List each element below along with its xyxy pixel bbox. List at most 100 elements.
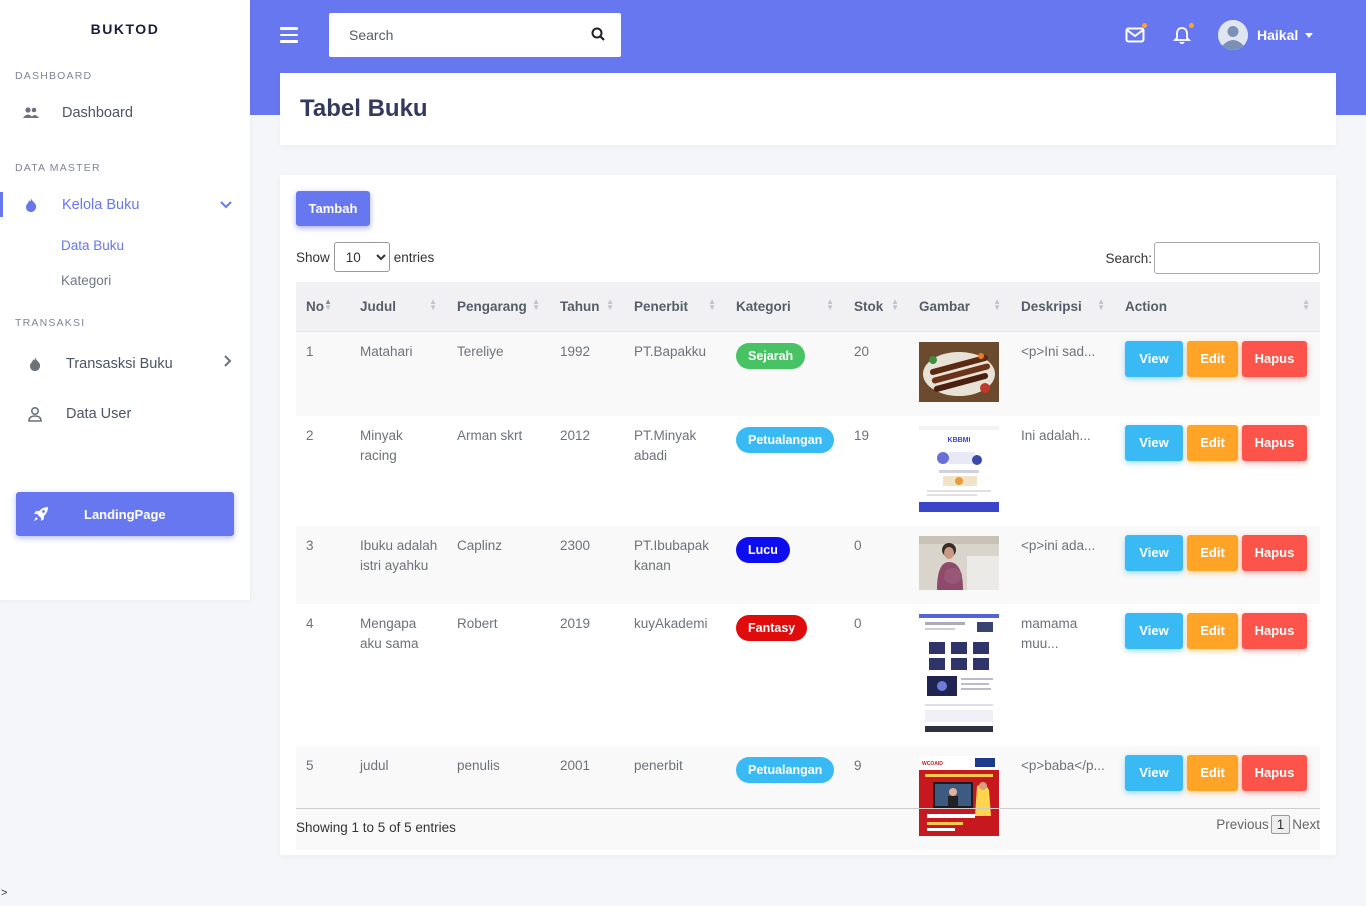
cell-deskripsi: <p>Ini sad...	[1011, 331, 1115, 416]
edit-button[interactable]: Edit	[1187, 340, 1238, 377]
cell-kategori: Fantasy	[726, 604, 844, 746]
cell-deskripsi: Ini adalah...	[1021, 427, 1091, 443]
delete-button[interactable]: Hapus	[1242, 612, 1307, 649]
caret-down-icon	[1305, 32, 1314, 38]
next-page-link[interactable]: Next	[1292, 817, 1320, 832]
cell-tahun: 2300	[550, 525, 624, 604]
cell-kategori: Petualangan	[726, 745, 844, 850]
cell-pengarang: Arman skrt	[457, 427, 523, 443]
notification-dot	[1189, 23, 1194, 28]
column-header-label: Deskripsi	[1021, 298, 1082, 314]
add-book-button[interactable]: Tambah	[296, 191, 370, 226]
cell-kategori: Petualangan	[726, 416, 844, 526]
column-header[interactable]: Deskripsi ▲ ▼	[1011, 282, 1115, 332]
row-actions: View Edit Hapus	[1125, 340, 1312, 377]
entries-select[interactable]: 10	[333, 242, 390, 272]
column-header-label: Judul	[360, 298, 396, 314]
column-header[interactable]: Penerbit ▲ ▼	[624, 282, 726, 332]
table-search-input[interactable]	[1154, 242, 1320, 274]
cell-action: View Edit Hapus	[1115, 331, 1320, 416]
sidebar-item-transaksi-buku[interactable]: Transasksi Buku	[0, 339, 250, 389]
rocket-icon	[32, 505, 50, 523]
sort-icon: ▲ ▼	[324, 297, 332, 312]
cell-deskripsi: <p>ini ada...	[1011, 525, 1115, 604]
category-badge: Lucu	[736, 536, 790, 563]
cell-stok: 19	[854, 427, 870, 443]
edit-button[interactable]: Edit	[1187, 754, 1238, 791]
delete-button[interactable]: Hapus	[1242, 340, 1307, 377]
sidebar-subitem-data-buku[interactable]: Data Buku	[0, 228, 250, 263]
column-header-label: No	[306, 298, 324, 314]
fire-icon	[26, 355, 44, 373]
view-button[interactable]: View	[1125, 534, 1183, 571]
column-header[interactable]: Kategori ▲ ▼	[726, 282, 844, 332]
column-header[interactable]: Pengarang ▲ ▼	[447, 282, 550, 332]
table-row: 4 Mengapa aku sama Robert 2019 kuyAkademi Fan…	[296, 604, 1320, 746]
sidebar-item-data-user[interactable]: Data User	[0, 389, 250, 439]
edit-button[interactable]: Edit	[1187, 612, 1238, 649]
row-actions: View Edit Hapus	[1125, 424, 1312, 461]
view-button[interactable]: View	[1125, 340, 1183, 377]
previous-page-link[interactable]: Previous	[1216, 817, 1269, 832]
section-label-data-master: DATA MASTER	[15, 162, 101, 174]
search-icon[interactable]	[591, 27, 605, 46]
delete-button[interactable]: Hapus	[1242, 534, 1307, 571]
menu-toggle-icon[interactable]	[280, 27, 298, 43]
column-header-label: Penerbit	[634, 298, 689, 314]
cell-judul: Mengapa aku sama	[360, 615, 419, 651]
column-header-label: Gambar	[919, 298, 971, 314]
svg-text:KBBMI: KBBMI	[948, 437, 971, 444]
cell-judul: Matahari	[350, 331, 447, 416]
user-name: Haikal	[1257, 27, 1299, 43]
sidebar-subitem-kategori[interactable]: Kategori	[0, 263, 250, 298]
view-button[interactable]: View	[1125, 424, 1183, 461]
pagination: Previous 1 Next	[1216, 815, 1320, 834]
search-box	[329, 13, 621, 57]
sort-icon: ▲ ▼	[1097, 297, 1105, 312]
column-header[interactable]: Tahun ▲ ▼	[550, 282, 624, 332]
search-input[interactable]	[329, 27, 579, 43]
delete-button[interactable]: Hapus	[1242, 424, 1307, 461]
delete-button[interactable]: Hapus	[1242, 754, 1307, 791]
edit-button[interactable]: Edit	[1187, 534, 1238, 571]
column-header-label: Action	[1125, 298, 1167, 314]
landing-page-button[interactable]: LandingPage	[16, 492, 234, 536]
table-row: 2 Minyak racing Arman skrt 2012 PT.Minyak ab…	[296, 416, 1320, 526]
book-cover-image	[919, 535, 999, 596]
cell-judul: Minyak racing	[360, 427, 403, 463]
cell-judul: Ibuku adalah istri ayahku	[350, 525, 447, 604]
category-badge: Sejarah	[736, 342, 806, 369]
sidebar-item-dashboard[interactable]: Dashboard	[0, 88, 250, 138]
table-bottom-divider	[296, 808, 1320, 809]
view-button[interactable]: View	[1125, 754, 1183, 791]
row-actions: View Edit Hapus	[1125, 534, 1312, 571]
sort-icon: ▲ ▼	[891, 297, 899, 312]
column-header[interactable]: Stok ▲ ▼	[844, 282, 909, 332]
envelope-icon[interactable]	[1125, 23, 1147, 45]
user-menu[interactable]: Haikal	[1218, 20, 1314, 50]
cell-no: 1	[296, 331, 350, 416]
edit-button[interactable]: Edit	[1187, 424, 1238, 461]
sidebar-item-kelola-buku[interactable]: Kelola Buku	[0, 180, 250, 230]
table-row: 1 Matahari Tereliye 1992 PT.Bapakku Sejarah 20…	[296, 331, 1320, 416]
cell-action: View Edit Hapus	[1115, 416, 1320, 526]
cell-stok: 0	[844, 525, 909, 604]
row-actions: View Edit Hapus	[1125, 612, 1312, 649]
column-header[interactable]: Action ▲ ▼	[1115, 282, 1320, 332]
table-search-label: Search:	[1105, 250, 1152, 266]
book-cover-image: WCOAID	[919, 755, 999, 842]
brand-logo[interactable]: BUKTOD	[0, 0, 250, 58]
user-icon	[26, 405, 44, 423]
sidebar-item-label: Dashboard	[62, 105, 133, 121]
column-header[interactable]: Gambar ▲ ▼	[909, 282, 1011, 332]
column-header[interactable]: Judul ▲ ▼	[350, 282, 447, 332]
bell-icon[interactable]	[1172, 23, 1194, 45]
view-button[interactable]: View	[1125, 612, 1183, 649]
users-icon	[22, 104, 40, 122]
column-header[interactable]: No ▲ ▼	[296, 282, 350, 332]
cell-penerbit: penerbit	[624, 745, 726, 850]
page-1-button[interactable]: 1	[1270, 815, 1291, 834]
cell-pengarang: Caplinz	[447, 525, 550, 604]
sort-icon: ▲ ▼	[708, 297, 716, 312]
cell-deskripsi: mamama muu...	[1021, 615, 1078, 651]
